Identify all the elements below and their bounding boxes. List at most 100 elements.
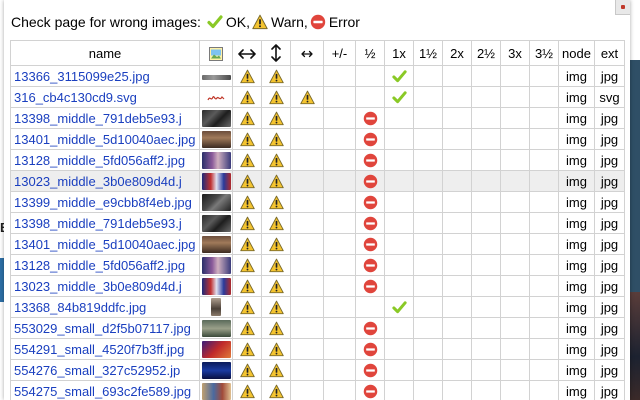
table-row[interactable]: 13398_middle_791deb5e93.j img jpg xyxy=(10,107,625,129)
warning-icon xyxy=(239,237,255,252)
cell-name[interactable]: 554275_small_693c2fe589.jpg xyxy=(10,380,200,400)
cell-name[interactable]: 13398_middle_791deb5e93.j xyxy=(10,212,200,234)
table-row[interactable]: 316_cb4c130cd9.svg img svg xyxy=(10,86,625,108)
column-header-2x[interactable]: 2x xyxy=(442,40,472,66)
image-thumbnail xyxy=(201,151,231,169)
cell-2-5x xyxy=(471,65,501,87)
table-row[interactable]: 13366_3115099e25.jpg img jpg xyxy=(10,65,625,87)
cell-thumbnail[interactable] xyxy=(199,191,233,213)
cell-ratio xyxy=(323,191,356,213)
cell-2-5x xyxy=(471,275,501,297)
cell-thumbnail[interactable] xyxy=(199,128,233,150)
cell-thumbnail[interactable] xyxy=(199,296,233,318)
cell-thumbnail[interactable] xyxy=(199,254,233,276)
cell-thumbnail[interactable] xyxy=(199,233,233,255)
column-header-name[interactable]: name xyxy=(10,40,200,66)
cell-name[interactable]: 13128_middle_5fd056aff2.jpg xyxy=(10,149,200,171)
column-header-ext[interactable]: ext xyxy=(594,40,625,66)
warning-icon xyxy=(268,111,284,126)
image-name-link[interactable]: 554275_small_693c2fe589.jpg xyxy=(14,384,191,399)
table-row[interactable]: 554291_small_4520f7b3ff.jpg img jpg xyxy=(10,338,625,360)
image-name-link[interactable]: 554291_small_4520f7b3ff.jpg xyxy=(14,342,184,357)
cell-1x xyxy=(384,317,414,339)
column-header-half[interactable]: ½ xyxy=(355,40,385,66)
table-row[interactable]: 13368_84b819ddfc.jpg img jpg xyxy=(10,296,625,318)
cell-name[interactable]: 13366_3115099e25.jpg xyxy=(10,65,200,87)
image-name-link[interactable]: 13366_3115099e25.jpg xyxy=(14,69,150,84)
cell-3x xyxy=(500,296,530,318)
image-name-link[interactable]: 13128_middle_5fd056aff2.jpg xyxy=(14,258,185,273)
cell-thumbnail[interactable] xyxy=(199,317,233,339)
column-header-natural-width[interactable] xyxy=(290,40,324,66)
cell-ext: jpg xyxy=(594,296,625,318)
table-row[interactable]: 554275_small_693c2fe589.jpg img jpg xyxy=(10,380,625,400)
column-header-thumbnail[interactable] xyxy=(199,40,233,66)
cell-2x xyxy=(442,317,472,339)
cell-thumbnail[interactable] xyxy=(199,107,233,129)
image-name-link[interactable]: 13128_middle_5fd056aff2.jpg xyxy=(14,153,185,168)
column-header-3-5x[interactable]: 3½ xyxy=(529,40,559,66)
image-name-link[interactable]: 13023_middle_3b0e809d4d.j xyxy=(14,174,182,189)
cell-name[interactable]: 13399_middle_e9cbb8f4eb.jpg xyxy=(10,191,200,213)
column-header-1-5x[interactable]: 1½ xyxy=(413,40,443,66)
cell-2-5x xyxy=(471,191,501,213)
cell-name[interactable]: 316_cb4c130cd9.svg xyxy=(10,86,200,108)
image-name-link[interactable]: 13401_middle_5d10040aec.jpg xyxy=(14,237,195,252)
image-name-link[interactable]: 13398_middle_791deb5e93.j xyxy=(14,111,182,126)
cell-thumbnail[interactable] xyxy=(199,212,233,234)
close-icon[interactable] xyxy=(615,0,630,15)
image-name-link[interactable]: 13401_middle_5d10040aec.jpg xyxy=(14,132,195,147)
cell-thumbnail[interactable] xyxy=(199,359,233,381)
image-name-link[interactable]: 316_cb4c130cd9.svg xyxy=(14,90,137,105)
cell-name[interactable]: 554291_small_4520f7b3ff.jpg xyxy=(10,338,200,360)
image-name-link[interactable]: 13368_84b819ddfc.jpg xyxy=(14,300,146,315)
warning-icon xyxy=(239,90,255,105)
column-header-node[interactable]: node xyxy=(558,40,595,66)
column-header-ratio[interactable]: +/- xyxy=(323,40,356,66)
cell-name[interactable]: 13128_middle_5fd056aff2.jpg xyxy=(10,254,200,276)
table-row[interactable]: 554276_small_327c52952.jp img jpg xyxy=(10,359,625,381)
cell-name[interactable]: 13023_middle_3b0e809d4d.j xyxy=(10,275,200,297)
cell-name[interactable]: 554276_small_327c52952.jp xyxy=(10,359,200,381)
column-header-1x[interactable]: 1x xyxy=(384,40,414,66)
table-row[interactable]: 553029_small_d2f5b07117.jpg img jpg xyxy=(10,317,625,339)
table-row[interactable]: 13399_middle_e9cbb8f4eb.jpg img jpg xyxy=(10,191,625,213)
warning-icon xyxy=(268,132,284,147)
cell-name[interactable]: 13368_84b819ddfc.jpg xyxy=(10,296,200,318)
cell-thumbnail[interactable] xyxy=(199,170,233,192)
cell-2x xyxy=(442,107,472,129)
cell-ext: jpg xyxy=(594,149,625,171)
image-name-link[interactable]: 553029_small_d2f5b07117.jpg xyxy=(14,321,191,336)
cell-name[interactable]: 13401_middle_5d10040aec.jpg xyxy=(10,128,200,150)
cell-thumbnail[interactable] xyxy=(199,149,233,171)
cell-3-5x xyxy=(529,317,559,339)
table-row[interactable]: 13398_middle_791deb5e93.j img jpg xyxy=(10,212,625,234)
cell-ratio xyxy=(323,275,356,297)
cell-thumbnail[interactable] xyxy=(199,338,233,360)
column-header-2-5x[interactable]: 2½ xyxy=(471,40,501,66)
image-name-link[interactable]: 13398_middle_791deb5e93.j xyxy=(14,216,182,231)
cell-name[interactable]: 553029_small_d2f5b07117.jpg xyxy=(10,317,200,339)
table-row[interactable]: 13023_middle_3b0e809d4d.j img jpg xyxy=(10,275,625,297)
error-icon xyxy=(363,153,378,168)
column-header-width[interactable] xyxy=(232,40,262,66)
table-row[interactable]: 13128_middle_5fd056aff2.jpg img jpg xyxy=(10,149,625,171)
cell-height xyxy=(261,149,291,171)
column-header-3x[interactable]: 3x xyxy=(500,40,530,66)
image-name-link[interactable]: 554276_small_327c52952.jp xyxy=(14,363,180,378)
table-row[interactable]: 13023_middle_3b0e809d4d.j img jpg xyxy=(10,170,625,192)
table-row[interactable]: 13128_middle_5fd056aff2.jpg img jpg xyxy=(10,254,625,276)
image-name-link[interactable]: 13023_middle_3b0e809d4d.j xyxy=(14,279,182,294)
cell-thumbnail[interactable] xyxy=(199,86,233,108)
cell-name[interactable]: 13023_middle_3b0e809d4d.j xyxy=(10,170,200,192)
column-header-height[interactable] xyxy=(261,40,291,66)
cell-name[interactable]: 13401_middle_5d10040aec.jpg xyxy=(10,233,200,255)
cell-thumbnail[interactable] xyxy=(199,275,233,297)
cell-thumbnail[interactable] xyxy=(199,380,233,400)
table-row[interactable]: 13401_middle_5d10040aec.jpg img jpg xyxy=(10,128,625,150)
table-row[interactable]: 13401_middle_5d10040aec.jpg img jpg xyxy=(10,233,625,255)
cell-thumbnail[interactable] xyxy=(199,65,233,87)
cell-3-5x xyxy=(529,170,559,192)
image-name-link[interactable]: 13399_middle_e9cbb8f4eb.jpg xyxy=(14,195,192,210)
cell-name[interactable]: 13398_middle_791deb5e93.j xyxy=(10,107,200,129)
